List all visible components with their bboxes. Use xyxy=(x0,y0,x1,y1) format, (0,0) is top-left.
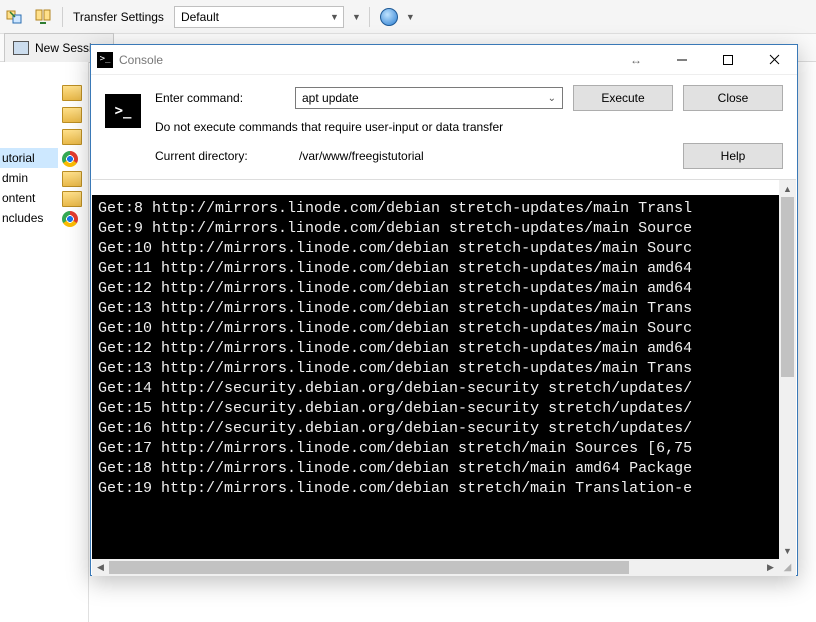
dropdown-icon[interactable]: ▼ xyxy=(406,12,415,22)
transfer-settings-label: Transfer Settings xyxy=(73,10,164,24)
horizontal-scrollbar[interactable]: ◀ ▶ xyxy=(92,559,779,576)
minimize-button[interactable] xyxy=(659,45,705,75)
help-button[interactable]: Help xyxy=(683,143,783,169)
chevron-down-icon: ⌄ xyxy=(548,93,556,104)
current-directory-label: Current directory: xyxy=(155,149,285,163)
prompt-icon: >_ xyxy=(105,94,141,128)
folder-icon xyxy=(62,171,82,187)
window-title: Console xyxy=(119,53,163,67)
command-hint: Do not execute commands that require use… xyxy=(155,120,563,134)
scroll-thumb[interactable] xyxy=(109,561,629,574)
transfer-settings-value: Default xyxy=(181,10,219,24)
list-item[interactable]: utorial xyxy=(0,148,58,168)
globe-icon[interactable] xyxy=(378,6,400,28)
resize-horizontal-icon[interactable]: ↔ xyxy=(613,53,659,67)
sync-icon[interactable] xyxy=(4,6,26,28)
toolbar-separator xyxy=(369,7,370,27)
chevron-down-icon: ▼ xyxy=(330,12,339,22)
execute-button[interactable]: Execute xyxy=(573,85,673,111)
scroll-track[interactable] xyxy=(779,197,796,542)
maximize-button[interactable] xyxy=(705,45,751,75)
scroll-down-icon[interactable]: ▼ xyxy=(779,542,796,559)
dropdown-icon[interactable]: ▼ xyxy=(352,12,361,22)
resize-grip-icon[interactable]: ◢ xyxy=(779,559,796,576)
title-bar[interactable]: >_ Console ↔ xyxy=(91,45,797,75)
console-dialog: >_ Console ↔ >_ Enter command: apt upd xyxy=(90,44,798,576)
compare-icon[interactable] xyxy=(32,6,54,28)
toolbar-separator xyxy=(62,7,63,27)
folder-icon xyxy=(62,129,82,145)
folder-icon xyxy=(62,191,82,207)
chrome-icon xyxy=(62,151,78,167)
scroll-up-icon[interactable]: ▲ xyxy=(779,180,796,197)
scroll-left-icon[interactable]: ◀ xyxy=(92,559,109,576)
scroll-track[interactable] xyxy=(109,559,762,576)
close-window-button[interactable] xyxy=(751,45,797,75)
monitor-icon xyxy=(13,41,29,55)
console-icon: >_ xyxy=(97,52,113,68)
terminal-output[interactable]: Get:8 http://mirrors.linode.com/debian s… xyxy=(92,195,779,574)
folder-icon xyxy=(62,107,82,123)
scroll-thumb[interactable] xyxy=(781,197,794,377)
command-value: apt update xyxy=(302,91,359,105)
scroll-right-icon[interactable]: ▶ xyxy=(762,559,779,576)
command-input[interactable]: apt update ⌄ xyxy=(295,87,563,109)
folder-icon xyxy=(62,85,82,101)
main-toolbar: Transfer Settings Default ▼ ▼ ▼ xyxy=(0,0,816,34)
transfer-settings-combo[interactable]: Default ▼ xyxy=(174,6,344,28)
close-button[interactable]: Close xyxy=(683,85,783,111)
current-directory-value: /var/www/freegistutorial xyxy=(295,149,563,163)
left-panel: utorial dmin ontent ncludes xyxy=(0,62,88,622)
command-panel: >_ Enter command: apt update ⌄ Execute C… xyxy=(91,75,797,179)
enter-command-label: Enter command: xyxy=(155,91,285,105)
chrome-icon xyxy=(62,211,78,227)
terminal-area: Get:8 http://mirrors.linode.com/debian s… xyxy=(92,179,796,576)
vertical-scrollbar[interactable]: ▲ ▼ xyxy=(779,180,796,559)
